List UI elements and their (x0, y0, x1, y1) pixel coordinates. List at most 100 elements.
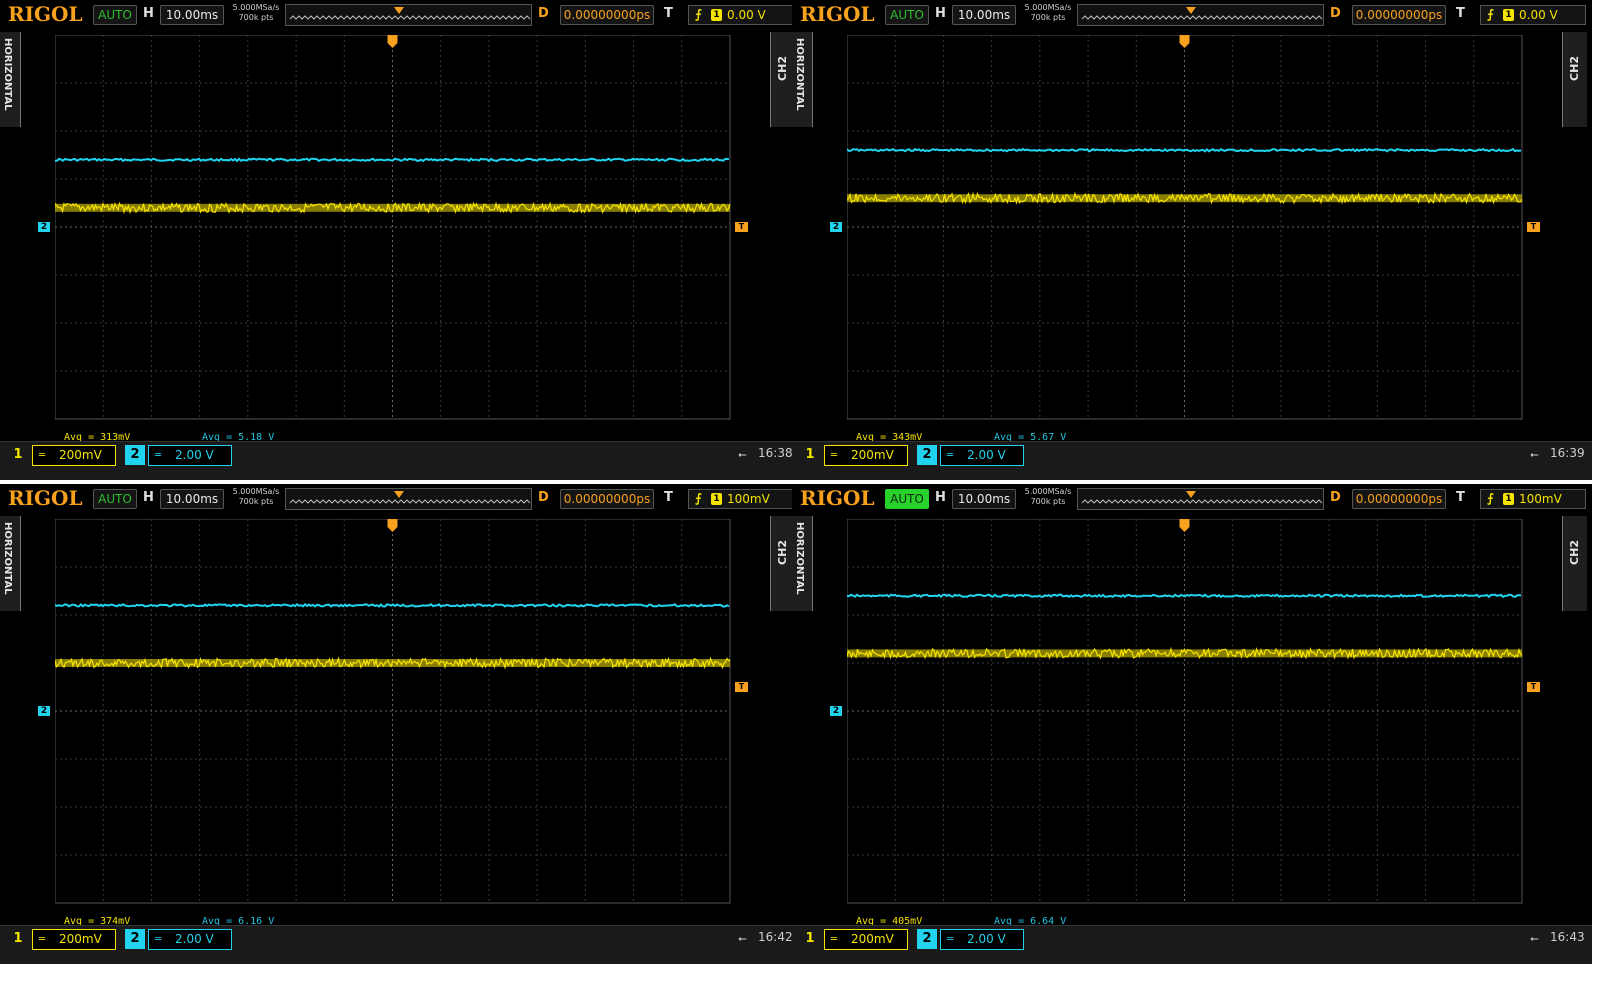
timebase-value[interactable]: 10.00ms (160, 489, 224, 509)
memory-overview-strip[interactable] (285, 488, 532, 510)
ch1-trace-band (55, 659, 730, 667)
delay-value[interactable]: 0.00000000ps (560, 489, 654, 509)
oscilloscope-screen: RIGOL AUTO H 10.00ms 5.000MSa/s 700k pts … (0, 0, 800, 480)
trigger-mode-badge[interactable]: AUTO (885, 489, 929, 509)
ch2-menu-tab[interactable]: CH2 (1562, 516, 1587, 611)
acquisition-info: 5.000MSa/s 700k pts (1023, 487, 1073, 507)
ch2-ground-marker[interactable]: 2 (38, 706, 50, 716)
ch2-ground-marker[interactable]: 2 (830, 706, 842, 716)
acquisition-info: 5.000MSa/s 700k pts (231, 487, 281, 507)
ch1-scale-box[interactable]: ═ 200mV (32, 445, 116, 466)
ch2-coupling-icon: ═ (155, 450, 162, 461)
delay-label: D (538, 490, 549, 505)
trigger-level-marker[interactable]: T (735, 682, 748, 692)
trigger-position-marker[interactable] (387, 519, 398, 532)
trigger-level-value: 0.00 V (727, 8, 766, 22)
trigger-level-marker[interactable]: T (735, 222, 748, 232)
waveform-display[interactable] (847, 35, 1542, 431)
trigger-label: T (1456, 6, 1465, 21)
ch2-tab-label: CH2 (776, 540, 789, 565)
horizontal-tab-label: HORIZONTAL (794, 522, 805, 595)
ch1-scale-value: 200mV (851, 448, 894, 462)
timebase-value[interactable]: 10.00ms (952, 489, 1016, 509)
ch2-scale-box[interactable]: ═ 2.00 V (148, 445, 232, 466)
memory-overview-strip[interactable] (1077, 488, 1324, 510)
trigger-position-marker[interactable] (387, 35, 398, 48)
clock-time: 16:42 (758, 930, 793, 944)
trigger-settings[interactable]: ⨍ 1 100mV (688, 489, 794, 509)
ch2-scale-box[interactable]: ═ 2.00 V (940, 929, 1024, 950)
ch2-scale-box[interactable]: ═ 2.00 V (940, 445, 1024, 466)
trigger-source-badge: 1 (1503, 9, 1514, 21)
trigger-level-marker[interactable]: T (1527, 682, 1540, 692)
ch1-coupling-icon: ═ (39, 450, 46, 461)
trigger-level-marker[interactable]: T (1527, 222, 1540, 232)
ch1-number[interactable]: 1 (800, 445, 820, 465)
horizontal-menu-tab[interactable]: HORIZONTAL (792, 32, 813, 127)
horizontal-label: H (143, 490, 154, 505)
memory-overview-strip[interactable] (1077, 4, 1324, 26)
ch1-number[interactable]: 1 (800, 929, 820, 949)
ch2-scale-box[interactable]: ═ 2.00 V (148, 929, 232, 950)
bottom-channel-bar: 1 ═ 200mV 2 ═ 2.00 V ⭠ 16:42 (0, 925, 800, 964)
memory-trigger-marker (394, 491, 404, 498)
top-status-bar: RIGOL AUTO H 10.00ms 5.000MSa/s 700k pts … (792, 0, 1592, 30)
horizontal-menu-tab[interactable]: HORIZONTAL (0, 32, 21, 127)
horizontal-tab-label: HORIZONTAL (794, 38, 805, 111)
waveform-display[interactable] (55, 35, 750, 431)
bottom-channel-bar: 1 ═ 200mV 2 ═ 2.00 V ⭠ 16:39 (792, 441, 1592, 480)
trigger-label: T (664, 6, 673, 21)
horizontal-menu-tab[interactable]: HORIZONTAL (792, 516, 813, 611)
bottom-channel-bar: 1 ═ 200mV 2 ═ 2.00 V ⭠ 16:43 (792, 925, 1592, 964)
delay-value[interactable]: 0.00000000ps (1352, 5, 1446, 25)
ch2-ground-marker[interactable]: 2 (38, 222, 50, 232)
trigger-settings[interactable]: ⨍ 1 0.00 V (1480, 5, 1586, 25)
timebase-value[interactable]: 10.00ms (160, 5, 224, 25)
ch2-tab-label: CH2 (1568, 540, 1581, 565)
ch1-number[interactable]: 1 (8, 929, 28, 949)
ch2-trace (55, 157, 730, 163)
delay-value[interactable]: 0.00000000ps (560, 5, 654, 25)
ch1-scale-box[interactable]: ═ 200mV (824, 445, 908, 466)
trigger-position-marker[interactable] (1179, 519, 1190, 532)
ch2-ground-marker[interactable]: 2 (830, 222, 842, 232)
acquisition-info: 5.000MSa/s 700k pts (231, 3, 281, 23)
ch2-scale-value: 2.00 V (967, 932, 1006, 946)
trigger-settings[interactable]: ⨍ 1 0.00 V (688, 5, 794, 25)
delay-value[interactable]: 0.00000000ps (1352, 489, 1446, 509)
ch1-scale-box[interactable]: ═ 200mV (32, 929, 116, 950)
ch2-number[interactable]: 2 (917, 929, 937, 949)
delay-label: D (1330, 490, 1341, 505)
horizontal-menu-tab[interactable]: HORIZONTAL (0, 516, 21, 611)
usb-icon: ⭠ (1530, 448, 1539, 461)
trigger-mode-badge[interactable]: AUTO (93, 489, 137, 509)
memory-depth: 700k pts (238, 13, 274, 22)
ch1-trace-band (55, 203, 730, 212)
delay-label: D (538, 6, 549, 21)
trigger-position-marker[interactable] (1179, 35, 1190, 48)
ch1-trace-band (847, 194, 1522, 203)
usb-icon: ⭠ (1530, 932, 1539, 945)
ch2-menu-tab[interactable]: CH2 (1562, 32, 1587, 127)
clock-time: 16:38 (758, 446, 793, 460)
ch1-number[interactable]: 1 (8, 445, 28, 465)
horizontal-label: H (143, 6, 154, 21)
timebase-value[interactable]: 10.00ms (952, 5, 1016, 25)
trigger-level-value: 100mV (1519, 492, 1562, 506)
sample-rate: 5.000MSa/s (1024, 487, 1072, 496)
trigger-settings[interactable]: ⨍ 1 100mV (1480, 489, 1586, 509)
ch2-tab-label: CH2 (1568, 56, 1581, 81)
ch2-number[interactable]: 2 (125, 445, 145, 465)
sample-rate: 5.000MSa/s (232, 3, 280, 12)
waveform-display[interactable] (847, 519, 1542, 915)
memory-wave (1081, 15, 1323, 20)
ch2-number[interactable]: 2 (125, 929, 145, 949)
trigger-mode-badge[interactable]: AUTO (93, 5, 137, 25)
waveform-display[interactable] (55, 519, 750, 915)
trigger-mode-badge[interactable]: AUTO (885, 5, 929, 25)
oscilloscope-screen: RIGOL AUTO H 10.00ms 5.000MSa/s 700k pts … (0, 484, 800, 964)
ch2-scale-value: 2.00 V (175, 932, 214, 946)
ch2-number[interactable]: 2 (917, 445, 937, 465)
memory-overview-strip[interactable] (285, 4, 532, 26)
ch1-scale-box[interactable]: ═ 200mV (824, 929, 908, 950)
